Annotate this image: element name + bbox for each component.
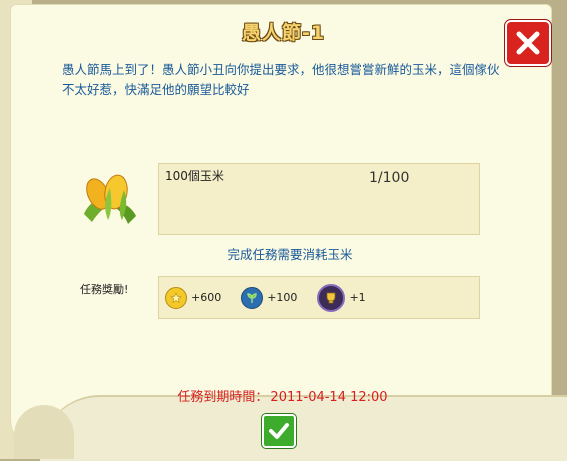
dialog-title: 愚人節-1 xyxy=(241,22,326,44)
badge-icon xyxy=(317,283,346,312)
reward-value: +1 xyxy=(349,291,366,304)
reward-value: +600 xyxy=(191,291,222,304)
close-button[interactable] xyxy=(505,20,551,66)
confirm-button[interactable] xyxy=(262,414,296,448)
requirement-note: 完成任務需要消耗玉米 xyxy=(227,247,353,262)
reward-box: +600 +100 +1 xyxy=(158,276,480,319)
reward-xp: +100 xyxy=(241,286,307,309)
checkmark-icon xyxy=(269,423,289,439)
requirement-item-name: 100個玉米 xyxy=(165,169,224,183)
xp-icon xyxy=(241,286,264,309)
paper-curl-left xyxy=(14,405,74,459)
corn-icon xyxy=(84,174,136,224)
deadline-value: 2011-04-14 12:00 xyxy=(270,390,388,405)
reward-badge: +1 xyxy=(317,283,375,312)
requirement-progress: 1/100 xyxy=(369,170,410,186)
reward-coin: +600 xyxy=(165,286,231,309)
quest-dialog: 愚人節-1 愚人節馬上到了！愚人節小丑向你提出要求，他很想嘗嘗新鮮的玉米，這個傢… xyxy=(0,0,567,461)
deadline: 任務到期時間： 2011-04-14 12:00 xyxy=(0,386,567,405)
deadline-label: 任務到期時間： xyxy=(177,390,269,405)
close-icon xyxy=(516,31,540,55)
coin-icon xyxy=(165,286,187,309)
reward-label: 任務獎勵! xyxy=(80,283,129,296)
quest-description: 愚人節馬上到了！愚人節小丑向你提出要求，他很想嘗嘗新鮮的玉米，這個傢伙不太好惹，… xyxy=(62,62,500,97)
requirement-box: 100個玉米 1/100 xyxy=(158,163,480,235)
reward-value: +100 xyxy=(267,291,298,304)
